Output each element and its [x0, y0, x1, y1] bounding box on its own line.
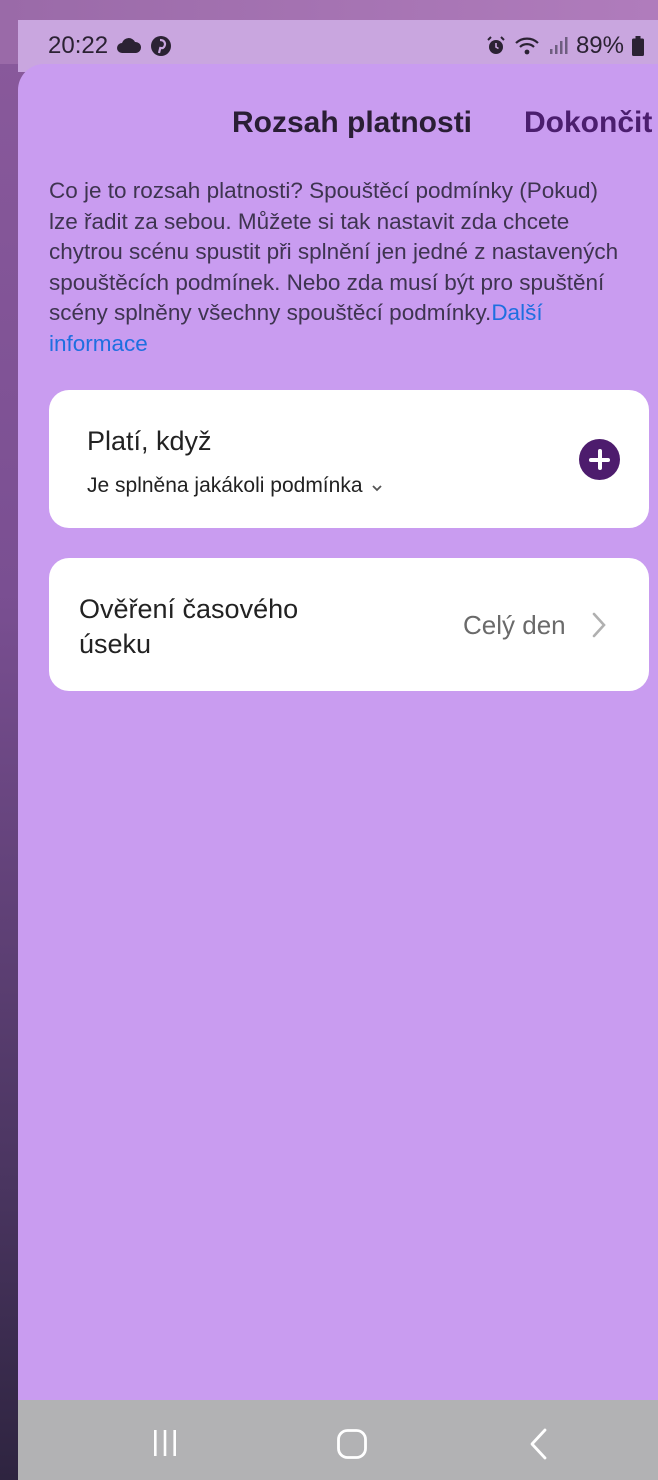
time-period-card[interactable]: Ověření časového úseku Celý den: [49, 558, 649, 691]
sheet-header: Rozsah platnosti Dokončit: [18, 64, 658, 184]
time-period-value: Celý den: [463, 610, 566, 640]
scope-sheet: Rozsah platnosti Dokončit Co je to rozsa…: [18, 64, 658, 1400]
battery-percent: 89%: [575, 32, 624, 59]
condition-card: Platí, když Je splněna jakákoli podmínka: [49, 390, 649, 528]
condition-mode-dropdown[interactable]: Je splněna jakákoli podmínka: [87, 474, 383, 498]
status-left: 20:22: [48, 32, 172, 60]
condition-mode-value: Je splněna jakákoli podmínka: [87, 474, 363, 497]
add-condition-button[interactable]: [579, 439, 620, 480]
battery-icon: [632, 36, 644, 56]
scope-description: Co je to rozsah platnosti? Spouštěcí pod…: [49, 176, 629, 359]
chevron-right-icon: [589, 610, 609, 640]
wifi-icon: [514, 36, 540, 56]
status-time: 20:22: [48, 32, 109, 59]
signal-icon: [548, 36, 568, 56]
alarm-icon: [486, 36, 506, 56]
status-right: 89%: [486, 32, 644, 60]
cloud-icon: [116, 37, 142, 55]
page-title: Rozsah platnosti: [232, 106, 473, 139]
home-icon[interactable]: [336, 1428, 368, 1465]
pinterest-icon: [150, 35, 172, 57]
system-nav-bar: [18, 1400, 658, 1480]
condition-title: Platí, když: [87, 426, 212, 456]
done-button[interactable]: Dokončit: [524, 106, 652, 140]
time-period-title: Ověření časového úseku: [79, 594, 299, 659]
recent-apps-icon[interactable]: [150, 1428, 180, 1463]
back-icon[interactable]: [528, 1428, 550, 1465]
chevron-down-icon: [371, 474, 383, 498]
